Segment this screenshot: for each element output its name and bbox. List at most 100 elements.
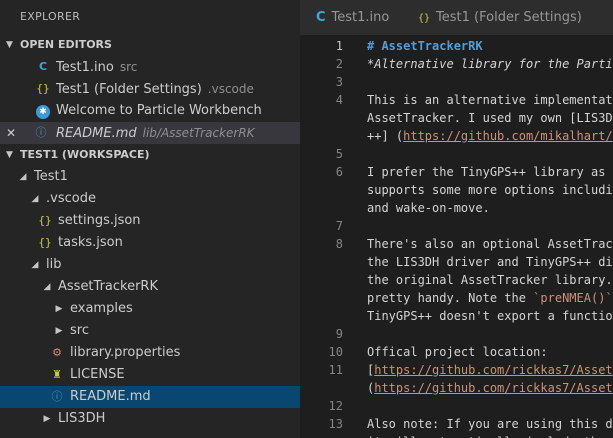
tree-folder-assettrackerrk[interactable]: ◢ AssetTrackerRK bbox=[0, 276, 300, 298]
code-line: There's also an optional AssetTrack bbox=[367, 235, 613, 253]
line-number bbox=[300, 199, 343, 217]
line-number: 9 bbox=[335, 327, 343, 341]
line-number: 12 bbox=[328, 399, 343, 413]
tree-folder-test1[interactable]: ◢ Test1 bbox=[0, 166, 300, 188]
code-link[interactable]: https://github.com/rickkas7/Asset bbox=[374, 381, 612, 395]
tree-label: Test1 bbox=[34, 169, 68, 184]
line-number bbox=[300, 127, 343, 145]
code-text: # AssetTrackerRK bbox=[367, 39, 483, 53]
open-editor-item[interactable]: {} Test1 (Folder Settings) .vscode bbox=[0, 78, 300, 100]
code-text: I prefer the TinyGPS++ library as bbox=[367, 165, 613, 179]
code-line: ++] (https://github.com/mikalhart/ bbox=[367, 127, 613, 145]
open-editor-desc: lib/AssetTrackerRK bbox=[142, 126, 255, 140]
line-number bbox=[300, 253, 343, 271]
code-line: and wake-on-move. bbox=[367, 199, 490, 217]
chevron-down-icon: ◢ bbox=[31, 194, 39, 204]
info-icon: ⓘ bbox=[51, 390, 63, 403]
line-number bbox=[300, 181, 343, 199]
open-editor-item[interactable]: C Test1.ino src bbox=[0, 56, 300, 78]
code-line: *Alternative library for the Parti bbox=[367, 55, 613, 73]
c-file-icon: C bbox=[38, 60, 48, 73]
code-text: Also note: If you are using this d bbox=[367, 417, 613, 431]
tree-file-tasks-json[interactable]: {} tasks.json bbox=[0, 232, 300, 254]
code-line: # AssetTrackerRK bbox=[367, 37, 483, 55]
tab-test1-ino[interactable]: C Test1.ino bbox=[300, 0, 418, 35]
line-number: 5 bbox=[335, 147, 343, 161]
tree-file-readme-selected[interactable]: ⓘ README.md bbox=[0, 386, 300, 408]
workspace-header[interactable]: ▼ TEST1 (WORKSPACE) bbox=[0, 144, 300, 166]
code-line: it will automatically include the bbox=[367, 433, 613, 438]
chevron-down-icon: ◢ bbox=[43, 282, 51, 292]
open-editor-item[interactable]: ✱ Welcome to Particle Workbench bbox=[0, 100, 300, 122]
info-icon: ⓘ bbox=[35, 126, 47, 139]
tree-folder-lis3dh[interactable]: ▶ LIS3DH bbox=[0, 408, 300, 430]
tree-folder-vscode[interactable]: ◢ .vscode bbox=[0, 188, 300, 210]
tree-folder-lib[interactable]: ◢ lib bbox=[0, 254, 300, 276]
c-file-icon: C bbox=[316, 10, 326, 25]
open-editor-desc: src bbox=[119, 60, 138, 74]
open-editor-name: Test1 (Folder Settings) bbox=[56, 82, 202, 97]
particle-icon: ✱ bbox=[36, 100, 50, 122]
tree-file-settings-json[interactable]: {} settings.json bbox=[0, 210, 300, 232]
code-line: AssetTracker. I used my own [LIS3DH bbox=[367, 109, 613, 127]
code-link[interactable]: https://github.com/rickkas7/Asset bbox=[374, 363, 612, 377]
tab-label: Test1 (Folder Settings) bbox=[436, 10, 582, 25]
tree-label: library.properties bbox=[70, 345, 181, 360]
chevron-down-icon: ▼ bbox=[6, 150, 13, 160]
line-number: 11 bbox=[328, 363, 343, 377]
code-text: the LIS3DH driver and TinyGPS++ di bbox=[367, 255, 613, 269]
tree-label: lib bbox=[46, 257, 62, 272]
code-text: TinyGPS++ doesn't export a functio bbox=[367, 309, 613, 323]
line-number: 1 bbox=[335, 39, 343, 53]
open-editor-name: Welcome to Particle Workbench bbox=[56, 103, 262, 118]
tree-file-library-properties[interactable]: ⚙ library.properties bbox=[0, 342, 300, 364]
line-number bbox=[300, 271, 343, 289]
open-editors-label: OPEN EDITORS bbox=[20, 38, 112, 51]
code-line: (https://github.com/rickkas7/Asset bbox=[367, 379, 613, 397]
line-number bbox=[300, 307, 343, 325]
tree-file-license[interactable]: ♜ LICENSE bbox=[0, 364, 300, 386]
json-icon: {} bbox=[38, 236, 52, 249]
line-number: 7 bbox=[335, 219, 343, 233]
chevron-down-icon: ◢ bbox=[31, 260, 39, 270]
tree-label: examples bbox=[70, 301, 133, 316]
tree-folder-examples[interactable]: ▶ examples bbox=[0, 298, 300, 320]
json-icon: {} bbox=[418, 13, 431, 24]
code-line: TinyGPS++ doesn't export a functio bbox=[367, 307, 613, 325]
code-text: the original AssetTracker library. bbox=[367, 273, 613, 287]
close-icon[interactable]: ✕ bbox=[6, 122, 16, 144]
code-link[interactable]: https://github.com/mikalhart/ bbox=[403, 129, 613, 143]
code-text: AssetTracker. I used my own [LIS3DH bbox=[367, 111, 613, 125]
tree-folder-src[interactable]: ▶ src bbox=[0, 320, 300, 342]
code-text: There's also an optional AssetTrack bbox=[367, 237, 613, 251]
code-editor[interactable]: 1 # AssetTrackerRK 2 *Alternative library f… bbox=[300, 35, 613, 438]
code-text: `preNMEA()` bbox=[533, 291, 613, 305]
code-text: pretty handy. Note the bbox=[367, 291, 534, 305]
json-icon: {} bbox=[36, 82, 50, 95]
tree-label: LICENSE bbox=[70, 367, 125, 382]
code-text: *Alternative library for the Parti bbox=[367, 57, 613, 71]
tab-bar: C Test1.ino {} Test1 (Folder Settings) bbox=[300, 0, 613, 35]
code-line: pretty handy. Note the `preNMEA()` bbox=[367, 289, 613, 307]
line-number: 3 bbox=[335, 75, 343, 89]
chevron-right-icon: ▶ bbox=[43, 414, 51, 424]
open-editor-item-active[interactable]: ✕ ⓘ README.md lib/AssetTrackerRK bbox=[0, 122, 300, 144]
open-editors-header[interactable]: ▼ OPEN EDITORS bbox=[0, 34, 300, 56]
line-number bbox=[300, 433, 343, 438]
code-line: Also note: If you are using this d bbox=[367, 415, 613, 433]
code-text: Offical project location: bbox=[367, 345, 548, 359]
license-icon: ♜ bbox=[52, 368, 62, 381]
line-number: 2 bbox=[335, 57, 343, 71]
tree-label: README.md bbox=[70, 389, 151, 404]
tab-folder-settings[interactable]: {} Test1 (Folder Settings) bbox=[402, 0, 613, 35]
explorer-title: EXPLORER bbox=[20, 10, 81, 23]
code-text: and wake-on-move. bbox=[367, 201, 490, 215]
editor-area: C Test1.ino {} Test1 (Folder Settings) 1 # … bbox=[300, 0, 613, 438]
line-number: 4 bbox=[335, 93, 343, 107]
json-icon: {} bbox=[38, 214, 52, 227]
workspace-label: TEST1 (WORKSPACE) bbox=[20, 148, 150, 161]
code-text: This is an alternative implementat bbox=[367, 93, 613, 107]
line-number: 6 bbox=[335, 165, 343, 179]
chevron-right-icon: ▶ bbox=[55, 304, 63, 314]
code-line: This is an alternative implementat bbox=[367, 91, 613, 109]
